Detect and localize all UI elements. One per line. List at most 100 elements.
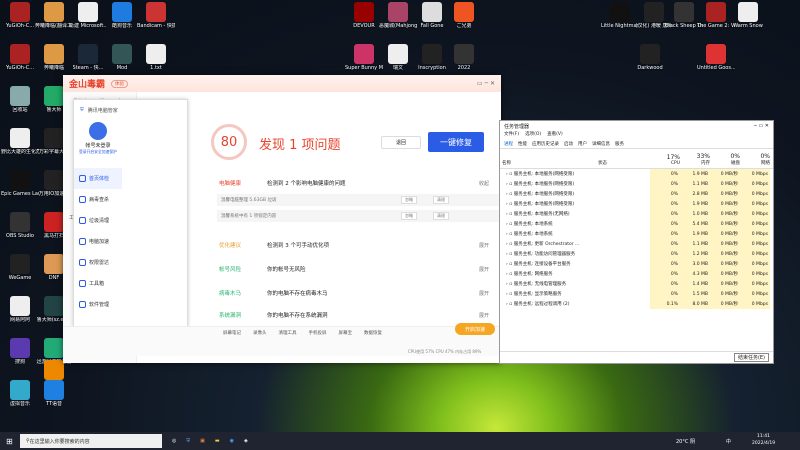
pinned-app-icon[interactable]: ▣	[200, 438, 205, 444]
desktop-icon[interactable]: 2022	[445, 44, 483, 71]
subrow-button[interactable]: 忽略	[401, 212, 417, 220]
avatar[interactable]	[89, 122, 107, 140]
taskview-icon[interactable]: ◎	[172, 438, 176, 444]
tm-tab[interactable]: 用户	[578, 141, 587, 147]
expand-toggle[interactable]: 展开	[479, 266, 489, 273]
desktop-icon[interactable]: Super Bunny Man	[345, 44, 383, 71]
weather-widget[interactable]: 20°C 阴	[676, 438, 695, 445]
panel-menu-item[interactable]: 首页体检	[74, 168, 122, 189]
tm-tab[interactable]: 服务	[615, 141, 624, 147]
desktop-icon[interactable]: DEVOUR	[345, 2, 383, 29]
pinned-app-icon[interactable]: ◈	[244, 438, 248, 444]
panel-menu-item[interactable]: 电脑加速	[74, 231, 122, 252]
tm-tab[interactable]: 启动	[564, 141, 573, 147]
panel-menu-item[interactable]: 病毒查杀	[74, 189, 122, 210]
table-row[interactable]: › ▫ 服务主机: 更新 Orchestrator ... 0% 1.1 MB 0 M…	[500, 239, 773, 249]
desktop-icon[interactable]: WeGame	[1, 254, 39, 281]
subrow-button[interactable]: 清理	[433, 196, 449, 204]
desktop-icon[interactable]: YuGiOh-C...	[1, 44, 39, 71]
tm-col-header[interactable]: 33% 内存	[682, 149, 712, 168]
tm-tab[interactable]: 应用历史记录	[532, 141, 559, 147]
desktop-icon[interactable]: YuGiOh-C...	[1, 2, 39, 29]
bottom-tool[interactable]: 数据恢复	[364, 330, 382, 336]
table-row[interactable]: › ▫ 服务主机: 本地服务(无网络) 0% 1.0 MB 0 MB/秒 0 Mbps	[500, 209, 773, 219]
table-row[interactable]: › ▫ 服务主机: 连接设备平台服务 0% 3.0 MB 0 MB/秒 0 Mbps	[500, 259, 773, 269]
desktop-icon[interactable]: 新建 Microsoft...	[69, 2, 107, 29]
desktop-icon[interactable]: 奔曦降临(翻译工具)	[35, 2, 73, 29]
expand-toggle[interactable]: 展开	[479, 242, 489, 249]
table-row[interactable]: › ▫ 服务主机: 本地服务(网络受限) 0% 2.8 MB 0 MB/秒 0 Mbps	[500, 189, 773, 199]
table-row[interactable]: › ▫ 服务主机: 远程过程调用 (2) 0.1% 8.0 MB 0 MB/秒 0 Mb…	[500, 299, 773, 309]
tm-col-header[interactable]: 名称	[500, 149, 596, 168]
taskbar-search[interactable]: ⚲ 在这里输入你要搜索的内容	[20, 434, 162, 448]
login-hint[interactable]: 登录开启安全加速保护	[74, 149, 122, 155]
desktop-icon[interactable]: 网易阿阿	[1, 296, 39, 323]
desktop-icon[interactable]: 奔曦降临	[35, 44, 73, 71]
bottom-tool[interactable]: 屏幕笔记	[223, 330, 241, 336]
one-click-fix-button[interactable]: 一键修复	[428, 132, 484, 152]
end-task-button[interactable]: 结束任务(E)	[733, 353, 769, 362]
tm-col-header[interactable]: 17% CPU	[652, 149, 682, 168]
app-title-badge[interactable]: 体验	[111, 79, 129, 88]
tm-menu[interactable]: 文件(F)	[504, 131, 519, 139]
table-row[interactable]: › ▫ 服务主机: 显示策略服务 0% 1.5 MB 0 MB/秒 0 Mbps	[500, 289, 773, 299]
expand-toggle[interactable]: 收起	[479, 180, 489, 187]
clock[interactable]: 11:41 2022/4/19	[752, 433, 775, 447]
boost-button[interactable]: 开启加速	[455, 323, 495, 335]
tm-window-controls[interactable]: ─ ▭ ✕	[754, 123, 769, 129]
edge-icon[interactable]: ◉	[230, 438, 234, 444]
desktop-icon[interactable]: Warm Snow	[729, 2, 767, 29]
tm-tab[interactable]: 进程	[504, 141, 513, 147]
desktop-icon[interactable]: Untitled Goos...	[697, 44, 735, 71]
panel-menu-item[interactable]: 垃圾清理	[74, 210, 122, 231]
tm-menu[interactable]: 查看(V)	[547, 131, 563, 139]
panel-user[interactable]: 帐号未登录 登录开启安全加速保护	[74, 118, 122, 155]
panel-menu-item[interactable]: 工具箱	[74, 273, 122, 294]
tm-col-header[interactable]: 0% 磁盘	[712, 149, 742, 168]
bottom-tool[interactable]: 手机投屏	[309, 330, 327, 336]
pinned-app-icon[interactable]: ⛨	[186, 438, 190, 444]
desktop-icon[interactable]: 1.txt	[137, 44, 175, 71]
desktop-icon[interactable]: Little Nightmares	[601, 2, 639, 29]
tm-col-header[interactable]: 状态	[596, 149, 652, 168]
desktop-icon[interactable]: 瑞文	[379, 44, 417, 71]
table-row[interactable]: › ▫ 服务主机: 本地系统 0% 5.4 MB 0 MB/秒 0 Mbps	[500, 219, 773, 229]
table-row[interactable]: › ▫ 服务主机: 功能访问管理器服务 0% 1.2 MB 0 MB/秒 0 Mbps	[500, 249, 773, 259]
desktop-icon[interactable]: 虚拟音乐	[1, 380, 39, 407]
windows-start-icon[interactable]: ⊞	[6, 437, 13, 446]
panel-menu-item[interactable]: 权限雷达	[74, 252, 122, 273]
table-row[interactable]: › ▫ 服务主机: 本地服务(网络受限) 0% 1.9 MB 0 MB/秒 0 Mbps	[500, 169, 773, 179]
app-window-controls[interactable]: ▭ ─ ✕	[477, 80, 495, 87]
desktop-icon[interactable]: Darkwood	[631, 44, 669, 71]
tm-col-header[interactable]: 0% 网络	[742, 149, 772, 168]
desktop-icon[interactable]: 酷狗音乐	[103, 2, 141, 29]
desktop-icon[interactable]: OBS Studio	[1, 212, 39, 239]
desktop-icon[interactable]: TT语音	[35, 380, 73, 407]
scan-row[interactable]: 电脑健康 检测到 2 个影响电脑健康的问题 收起	[219, 176, 489, 190]
subrow-button[interactable]: 清理	[433, 212, 449, 220]
subrow-button[interactable]: 忽略	[401, 196, 417, 204]
panel-menu-item[interactable]: 软件管理	[74, 294, 122, 315]
bottom-tool[interactable]: 录像头	[253, 330, 267, 336]
expand-toggle[interactable]: 展开	[479, 312, 489, 319]
table-row[interactable]: › ▫ 服务主机: 网络服务 0% 4.3 MB 0 MB/秒 0 Mbps	[500, 269, 773, 279]
desktop-icon[interactable]: 野比大雄的生化危机	[1, 128, 39, 155]
back-button[interactable]: 退回	[381, 136, 421, 149]
desktop-icon[interactable]: 回收站	[1, 86, 39, 113]
tm-tab[interactable]: 详细信息	[592, 141, 610, 147]
table-row[interactable]: › ▫ 服务主机: 无线电管理服务 0% 1.4 MB 0 MB/秒 0 Mbps	[500, 279, 773, 289]
expand-toggle[interactable]: 展开	[479, 290, 489, 297]
table-row[interactable]: › ▫ 服务主机: 本地系统 0% 1.9 MB 0 MB/秒 0 Mbps	[500, 229, 773, 239]
scan-row[interactable]: 帐号风险 你的帐号无风险 展开	[219, 262, 489, 276]
desktop-icon[interactable]: Epic Games Launcher	[1, 170, 39, 197]
tm-menu[interactable]: 选项(O)	[525, 131, 541, 139]
desktop-icon[interactable]: Bandicam - 快捷方式	[137, 2, 175, 29]
desktop-icon[interactable]: ご兄弟	[445, 2, 483, 29]
table-row[interactable]: › ▫ 服务主机: 本地服务(网络受限) 0% 1.9 MB 0 MB/秒 0 Mbps	[500, 199, 773, 209]
tm-tab[interactable]: 性能	[518, 141, 527, 147]
scan-row[interactable]: 优化建议 检测到 3 个可手动优化项 展开	[219, 238, 489, 252]
scan-row[interactable]: 病毒木马 你的电脑不存在病毒木马 展开	[219, 286, 489, 300]
bottom-tool[interactable]: 屏幕宝	[339, 330, 353, 336]
bottom-tool[interactable]: 清理工具	[279, 330, 297, 336]
ime-indicator[interactable]: 中	[726, 438, 731, 445]
